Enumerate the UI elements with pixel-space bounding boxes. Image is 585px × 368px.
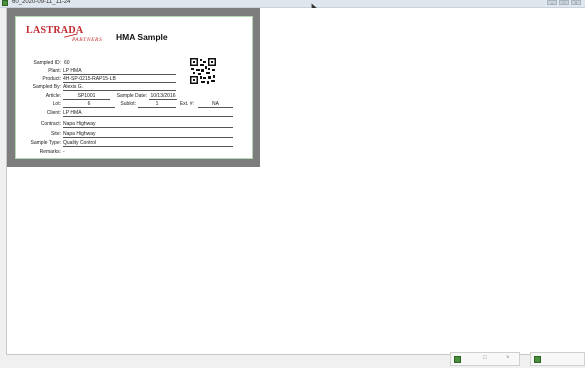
taskbar-window-button[interactable]: □ × (450, 352, 520, 366)
remarks-value: - (63, 149, 65, 155)
sublot-label: Sublot: (120, 101, 136, 107)
app-icon (534, 356, 541, 363)
app-icon (454, 356, 461, 363)
lot-label: Lot: (52, 101, 61, 107)
remarks-label: Remarks: (39, 149, 61, 155)
taskbar-window-button-2[interactable] (530, 352, 585, 366)
ext-number-value: NA (198, 101, 233, 108)
print-preview-frame: LASTRADA PARTNERS HMA Sample Sampled ID:… (7, 8, 260, 167)
window-controls: – □ × (547, 0, 581, 5)
sample-label-card: LASTRADA PARTNERS HMA Sample Sampled ID:… (15, 16, 253, 159)
plant-label: Plant: (48, 68, 61, 74)
card-title: HMA Sample (116, 32, 168, 42)
maximize-icon[interactable]: □ (559, 0, 569, 5)
close-icon[interactable]: × (571, 0, 581, 5)
client-label: Client: (46, 110, 61, 116)
sample-type-value: Quality Control (63, 140, 233, 147)
sample-date-value: 10/13/2016 (149, 93, 177, 100)
qr-code-icon (189, 57, 217, 85)
sampled-by-value: Alexis G. (63, 84, 176, 91)
window-title: 60_2020-09-11_11-24 (12, 0, 71, 5)
contract-label: Contract: (40, 121, 61, 127)
client-value: LP HMA (63, 110, 233, 117)
sampled-id-label: Sampled ID: (33, 60, 61, 66)
sampled-by-label: Sampled By: (32, 84, 61, 90)
app-icon (2, 0, 8, 6)
window-titlebar: 60_2020-09-11_11-24 – □ × (0, 0, 585, 8)
minimize-icon[interactable]: – (547, 0, 557, 5)
sample-type-label: Sample Type: (30, 140, 61, 146)
report-viewer: LASTRADA PARTNERS HMA Sample Sampled ID:… (6, 8, 585, 355)
article-label: Article: (45, 93, 61, 99)
plant-value: LP HMA (63, 68, 176, 75)
product-label: Product: (42, 76, 61, 82)
site-label: Site: (50, 131, 61, 137)
restore-icon[interactable]: □ (483, 355, 487, 361)
ext-number-label: Ext. #: (179, 101, 194, 107)
company-logo-subtext: PARTNERS (72, 37, 103, 43)
sample-date-label: Sample Date: (116, 93, 147, 99)
sampled-id-value: 60 (64, 60, 70, 66)
lot-value: 6 (63, 101, 115, 108)
article-value: SP1001 (63, 93, 110, 100)
site-value: Napa Highway (63, 131, 233, 138)
contract-value: Napa Highway (63, 121, 233, 128)
sublot-value: 1 (138, 101, 176, 108)
product-value: 4H-SP-0215-RAP15-LB (63, 76, 176, 83)
close-icon[interactable]: × (506, 355, 510, 361)
